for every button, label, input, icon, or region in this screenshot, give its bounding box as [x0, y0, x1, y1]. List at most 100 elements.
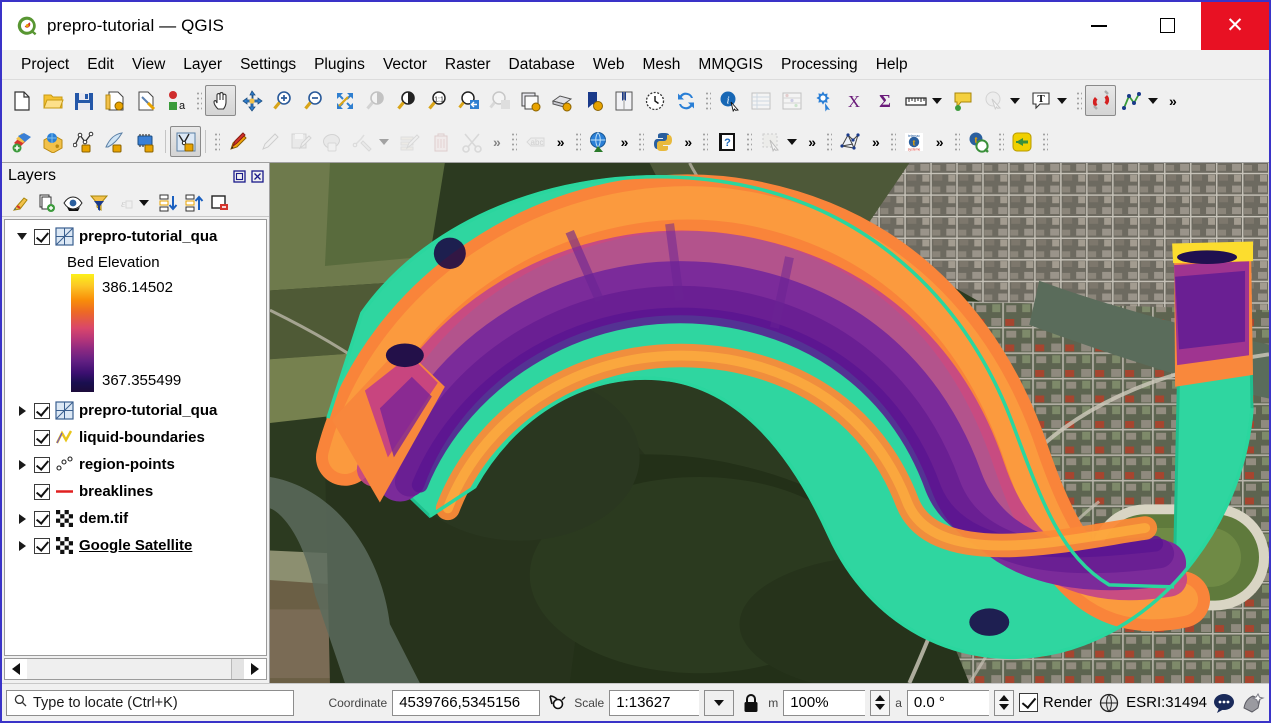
zoom-full-icon[interactable] [329, 85, 360, 116]
annotation-dropdown-icon[interactable] [1057, 98, 1067, 104]
telemac-toolbar-overflow-button[interactable]: » [930, 135, 950, 149]
layer-tree-item-region-points[interactable]: region-points [5, 451, 266, 478]
new-3d-map-view-icon[interactable] [546, 85, 577, 116]
toolbar-grip[interactable] [213, 131, 220, 153]
menu-database[interactable]: Database [500, 53, 584, 77]
manage-map-themes-icon[interactable] [60, 191, 85, 215]
expander-expand-icon[interactable] [15, 539, 29, 553]
layer-tree-item-prepro-tutorial-qua-2[interactable]: prepro-tutorial_qua [5, 397, 266, 424]
add-virtual-layer-icon[interactable] [170, 126, 201, 157]
collapse-all-icon[interactable] [181, 191, 206, 215]
save-layer-edits-icon[interactable] [285, 126, 316, 157]
layer-tree[interactable]: prepro-tutorial_qua Bed Elevation 386.14… [4, 219, 267, 656]
magnifier-input[interactable]: 100% [783, 690, 865, 716]
add-vector-layer-icon[interactable] [6, 126, 37, 157]
zoom-to-selection-icon[interactable] [360, 85, 391, 116]
layer-visibility-checkbox[interactable] [34, 457, 50, 473]
messages-icon[interactable] [1212, 691, 1236, 715]
select-rectangle-icon[interactable] [755, 126, 786, 157]
zoom-last-icon[interactable] [453, 85, 484, 116]
layer-tree-item-google-satellite[interactable]: Google Satellite [5, 532, 266, 559]
add-raster-layer-icon[interactable] [37, 126, 68, 157]
cut-features-icon[interactable] [456, 126, 487, 157]
select-toolbar-overflow-button[interactable]: » [802, 135, 822, 149]
toolbar-grip[interactable] [637, 131, 644, 153]
toolbar-grip[interactable] [825, 131, 832, 153]
toolbar-grip[interactable] [704, 90, 711, 112]
layer-visibility-checkbox[interactable] [34, 430, 50, 446]
modify-attributes-icon[interactable] [347, 126, 378, 157]
zoom-next-icon[interactable] [484, 85, 515, 116]
field-calculator-icon[interactable]: Χ [838, 85, 869, 116]
toolbar-grip[interactable] [195, 90, 202, 112]
menu-settings[interactable]: Settings [231, 53, 305, 77]
temporal-controller-icon[interactable] [639, 85, 670, 116]
measure-line-icon[interactable] [900, 85, 931, 116]
globe-icon[interactable] [1097, 691, 1121, 715]
menu-web[interactable]: Web [584, 53, 634, 77]
python-toolbar-overflow-button[interactable]: » [678, 135, 698, 149]
minimize-button[interactable] [1065, 2, 1133, 50]
style-manager-icon[interactable] [130, 85, 161, 116]
log-messages-icon[interactable] [1241, 691, 1265, 715]
stepper-down-icon[interactable] [999, 704, 1009, 710]
label-toolbar-icon[interactable]: abc [520, 126, 551, 157]
menu-raster[interactable]: Raster [436, 53, 500, 77]
layer-visibility-checkbox[interactable] [34, 511, 50, 527]
coordinate-input[interactable]: 4539766,5345156 [392, 690, 540, 716]
scale-input[interactable]: 1:13627 [609, 690, 699, 716]
add-polygon-feature-icon[interactable] [316, 126, 347, 157]
expander-expand-icon[interactable] [15, 458, 29, 472]
menu-vector[interactable]: Vector [374, 53, 436, 77]
menu-processing[interactable]: Processing [772, 53, 867, 77]
open-layer-styling-panel-icon[interactable] [8, 191, 33, 215]
multi-edit-icon[interactable] [394, 126, 425, 157]
open-project-icon[interactable] [37, 85, 68, 116]
menu-mmqgis[interactable]: MMQGIS [689, 53, 772, 77]
zoom-in-icon[interactable] [267, 85, 298, 116]
select-dropdown-icon[interactable] [1010, 98, 1020, 104]
text-annotation-icon[interactable]: T [1025, 85, 1056, 116]
rotation-stepper[interactable] [994, 690, 1014, 716]
layer-tree-item-prepro-tutorial-qua-1[interactable]: prepro-tutorial_qua [5, 223, 266, 250]
toolbar-grip[interactable] [701, 131, 708, 153]
add-group-icon[interactable] [34, 191, 59, 215]
layer-visibility-checkbox[interactable] [34, 403, 50, 419]
map-canvas-container[interactable] [270, 163, 1269, 683]
refresh-icon[interactable] [670, 85, 701, 116]
pan-to-selection-icon[interactable] [236, 85, 267, 116]
pan-map-icon[interactable] [205, 85, 236, 116]
stepper-up-icon[interactable] [999, 695, 1009, 701]
scroll-left-button[interactable] [5, 659, 27, 679]
modify-attributes-dropdown-icon[interactable] [379, 139, 389, 145]
maximize-button[interactable] [1133, 2, 1201, 50]
help-icon[interactable]: ? [711, 126, 742, 157]
filter-dropdown-icon[interactable] [139, 200, 149, 206]
remove-layer-icon[interactable] [207, 191, 232, 215]
select-features-icon[interactable] [978, 85, 1009, 116]
web-toolbar-icon[interactable] [584, 126, 615, 157]
edit-toolbar-overflow-button[interactable]: » [487, 135, 507, 149]
crs-label[interactable]: ESRI:31494 [1126, 694, 1207, 711]
delete-selected-icon[interactable] [425, 126, 456, 157]
lock-scale-icon[interactable] [739, 691, 763, 715]
menu-mesh[interactable]: Mesh [634, 53, 690, 77]
scroll-track[interactable] [27, 659, 244, 679]
toolbar-grip[interactable] [1075, 90, 1082, 112]
add-delimited-text-layer-icon[interactable] [99, 126, 130, 157]
magnet-snapping-icon[interactable] [1085, 85, 1116, 116]
layer-tree-item-dem-tif[interactable]: dem.tif [5, 505, 266, 532]
map-canvas[interactable] [270, 163, 1269, 683]
expander-collapse-icon[interactable] [15, 230, 29, 244]
toolbar-grip[interactable] [997, 131, 1004, 153]
mesh-toolbar-overflow-button[interactable]: » [866, 135, 886, 149]
toolbar-overflow-button[interactable]: » [1163, 94, 1183, 108]
expand-all-icon[interactable] [155, 191, 180, 215]
current-edits-icon[interactable] [223, 126, 254, 157]
toolbar-grip[interactable] [889, 131, 896, 153]
add-postgis-layer-icon[interactable] [130, 126, 161, 157]
zoom-to-layer-icon[interactable] [391, 85, 422, 116]
toggle-editing-icon[interactable] [254, 126, 285, 157]
label-toolbar-overflow-button[interactable]: » [551, 135, 571, 149]
new-project-icon[interactable] [6, 85, 37, 116]
